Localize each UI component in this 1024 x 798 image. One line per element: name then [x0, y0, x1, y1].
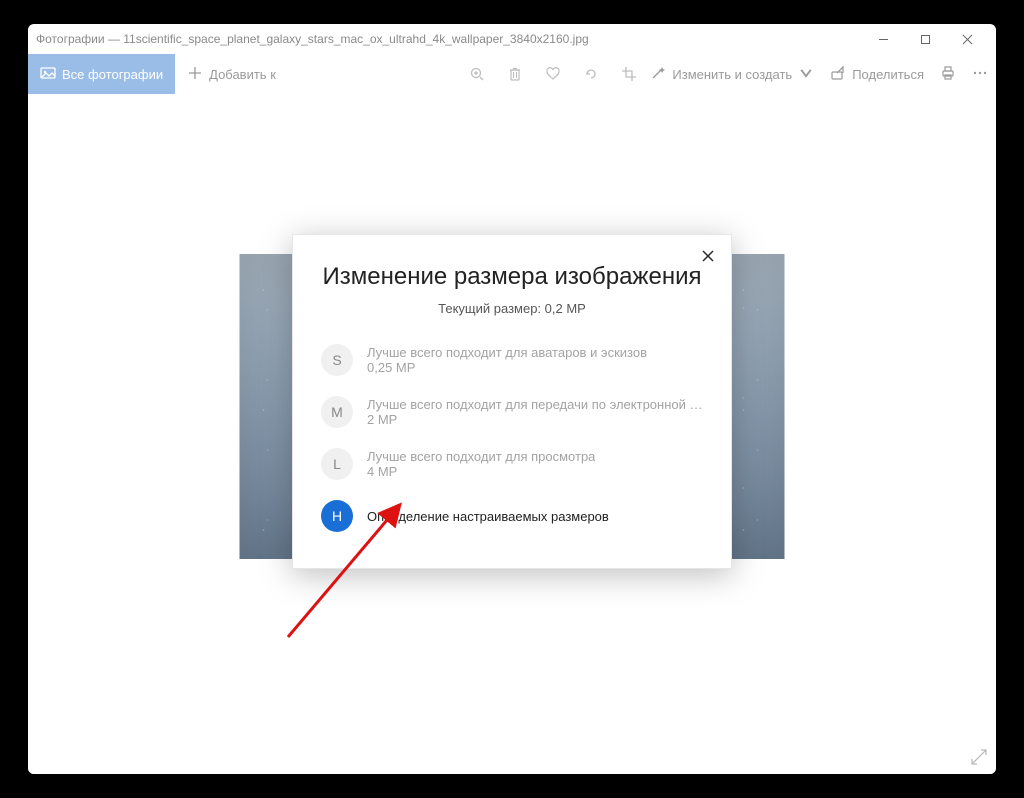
resize-option-m[interactable]: M Лучше всего подходит для передачи по э…	[319, 386, 705, 438]
crop-icon[interactable]	[620, 65, 638, 83]
content-area: Изменение размера изображения Текущий ра…	[28, 94, 996, 774]
resize-option-s[interactable]: S Лучше всего подходит для аватаров и эс…	[319, 334, 705, 386]
add-to-label: Добавить к	[209, 67, 276, 82]
current-size-label: Текущий размер: 0,2 MP	[319, 301, 705, 316]
size-badge-l: L	[321, 448, 353, 480]
share-label: Поделиться	[852, 67, 924, 82]
chevron-down-icon	[798, 65, 814, 84]
rotate-icon[interactable]	[582, 65, 600, 83]
maximize-button[interactable]	[904, 24, 946, 54]
edit-create-button[interactable]: Изменить и создать	[650, 65, 814, 84]
add-to-button[interactable]: Добавить к	[175, 65, 288, 84]
resize-dialog: Изменение размера изображения Текущий ра…	[292, 234, 732, 569]
resize-handle-icon[interactable]	[970, 748, 988, 766]
option-desc: Лучше всего подходит для передачи по эле…	[367, 397, 703, 412]
option-size: 4 MP	[367, 464, 595, 479]
size-badge-h: H	[321, 500, 353, 532]
more-button[interactable]	[972, 65, 988, 84]
close-window-button[interactable]	[946, 24, 988, 54]
toolbar: Все фотографии Добавить к	[28, 54, 996, 94]
delete-icon[interactable]	[506, 65, 524, 83]
size-badge-s: S	[321, 344, 353, 376]
share-button[interactable]: Поделиться	[830, 65, 924, 84]
more-icon	[972, 65, 988, 84]
option-size: 2 MP	[367, 412, 703, 427]
photos-icon	[40, 65, 56, 84]
dialog-title: Изменение размера изображения	[319, 263, 705, 291]
titlebar: Фотографии — 11scientific_space_planet_g…	[28, 24, 996, 54]
resize-option-custom[interactable]: H Определение настраиваемых размеров	[319, 490, 705, 542]
app-window: Фотографии — 11scientific_space_planet_g…	[28, 24, 996, 774]
print-icon	[940, 65, 956, 84]
right-tools: Изменить и создать Поделиться	[650, 65, 988, 84]
all-photos-button[interactable]: Все фотографии	[28, 54, 175, 94]
size-badge-m: M	[321, 396, 353, 428]
magic-icon	[650, 65, 666, 84]
favorite-icon[interactable]	[544, 65, 562, 83]
share-icon	[830, 65, 846, 84]
plus-icon	[187, 65, 203, 84]
option-desc: Лучше всего подходит для просмотра	[367, 449, 595, 464]
minimize-button[interactable]	[862, 24, 904, 54]
dialog-close-button[interactable]	[695, 243, 721, 269]
option-size: 0,25 MP	[367, 360, 647, 375]
print-button[interactable]	[940, 65, 956, 84]
center-tools	[468, 65, 638, 83]
all-photos-label: Все фотографии	[62, 67, 163, 82]
zoom-icon[interactable]	[468, 65, 486, 83]
option-desc: Определение настраиваемых размеров	[367, 509, 609, 524]
resize-option-l[interactable]: L Лучше всего подходит для просмотра 4 M…	[319, 438, 705, 490]
edit-create-label: Изменить и создать	[672, 67, 792, 82]
window-title: Фотографии — 11scientific_space_planet_g…	[36, 32, 862, 46]
option-desc: Лучше всего подходит для аватаров и эски…	[367, 345, 647, 360]
